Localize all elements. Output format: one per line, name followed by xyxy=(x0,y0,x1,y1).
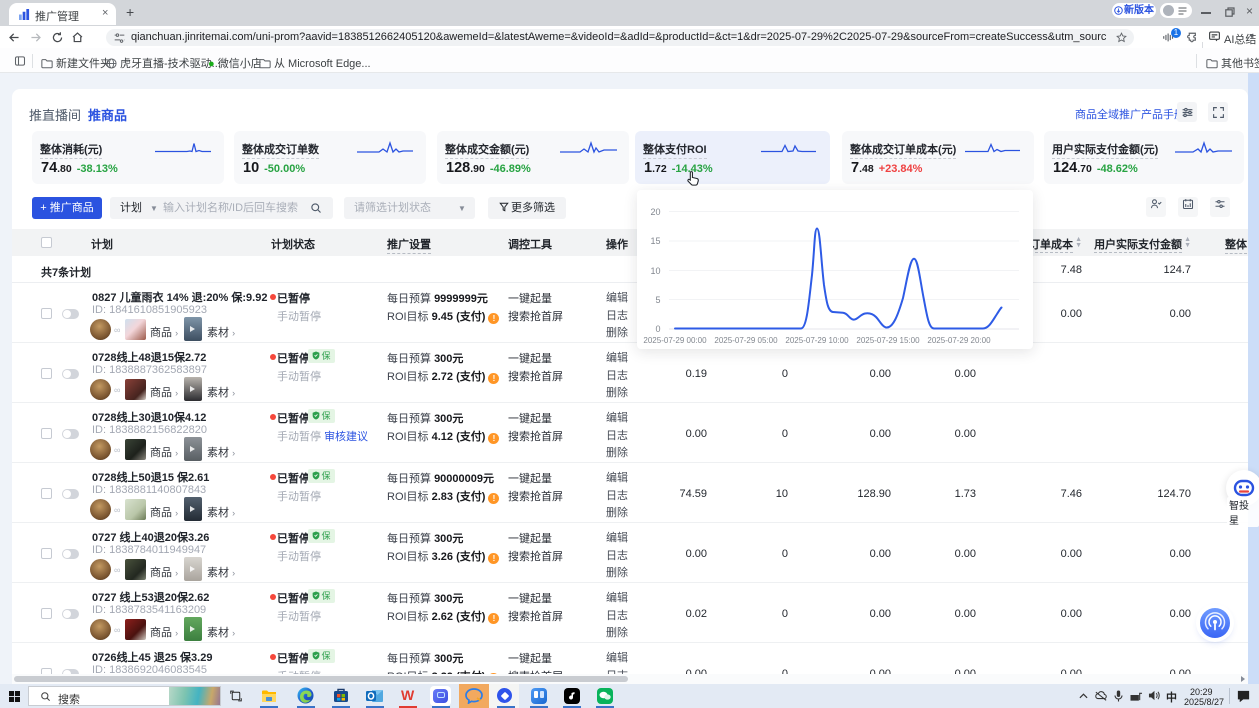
svg-text:20: 20 xyxy=(650,207,660,217)
svg-text:5: 5 xyxy=(655,295,660,305)
svg-text:2025-07-29 00:00: 2025-07-29 00:00 xyxy=(643,336,707,345)
svg-text:15: 15 xyxy=(650,236,660,246)
svg-text:2025-07-29 20:00: 2025-07-29 20:00 xyxy=(927,336,991,345)
svg-text:2025-07-29 15:00: 2025-07-29 15:00 xyxy=(856,336,920,345)
svg-text:10: 10 xyxy=(650,266,660,276)
svg-text:2025-07-29 05:00: 2025-07-29 05:00 xyxy=(714,336,778,345)
svg-text:0: 0 xyxy=(655,324,660,334)
svg-text:2025-07-29 10:00: 2025-07-29 10:00 xyxy=(785,336,849,345)
